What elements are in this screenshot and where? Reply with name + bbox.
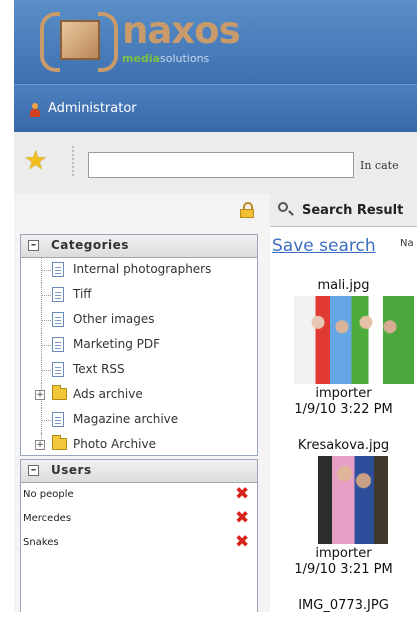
category-label: Internal photographers (73, 262, 212, 276)
search-input[interactable] (88, 152, 354, 178)
app-window: naxos mediasolutions Administrator ★ In … (14, 0, 417, 612)
user-filter-row[interactable]: No people ✖ (21, 483, 257, 507)
collapse-users-icon[interactable]: – (28, 464, 39, 476)
page-icon (52, 262, 64, 277)
result-thumbnail[interactable] (318, 456, 388, 544)
categories-title: Categories (51, 238, 129, 252)
remove-icon[interactable]: ✖ (235, 486, 249, 503)
category-tree: Internal photographers Tiff Other images… (21, 258, 257, 458)
category-item[interactable]: + Ads archive (21, 383, 257, 408)
remove-icon[interactable]: ✖ (235, 510, 249, 527)
category-item[interactable]: Other images (21, 308, 257, 333)
users-panel: – Users No people ✖ Mercedes ✖ Snakes ✖ (20, 459, 258, 612)
category-label: Tiff (73, 287, 92, 301)
result-user: importer (315, 386, 372, 401)
category-label: Other images (73, 312, 155, 326)
user-filter-label: No people (23, 489, 74, 500)
category-label: Marketing PDF (73, 337, 160, 351)
page-icon (52, 287, 64, 302)
search-toolbar: ★ In cate (14, 132, 417, 195)
category-label: Photo Archive (73, 437, 156, 451)
in-categories-label: In cate (360, 159, 399, 172)
expand-plus-icon[interactable]: + (35, 390, 45, 400)
user-filter-label: Snakes (23, 537, 59, 548)
favorites-star-icon[interactable]: ★ (24, 147, 47, 175)
user-icon (30, 103, 40, 117)
toolbar-divider (72, 146, 76, 176)
naxos-logo-icon (40, 8, 118, 72)
header-bar: naxos mediasolutions (14, 0, 417, 84)
category-item[interactable]: Magazine archive (21, 408, 257, 433)
user-filter-row[interactable]: Snakes ✖ (21, 531, 257, 555)
users-header: – Users (21, 460, 257, 483)
result-filename: Kresakova.jpg (297, 438, 390, 453)
result-filename: mali.jpg (317, 278, 370, 293)
lock-icon[interactable] (240, 202, 254, 218)
brand-name: naxos (122, 9, 241, 52)
result-date: 1/9/10 3:22 PM (294, 402, 393, 417)
page-icon (52, 412, 64, 427)
category-label: Text RSS (73, 362, 125, 376)
results-header: Search Result (270, 194, 417, 227)
categories-header: – Categories (21, 235, 257, 258)
user-name[interactable]: Administrator (48, 101, 137, 117)
brand-subtitle: mediasolutions (122, 52, 210, 65)
category-label: Magazine archive (73, 412, 179, 426)
result-filename: IMG_0773.JPG (298, 598, 389, 612)
categories-panel: – Categories Internal photographers Tiff (20, 234, 258, 456)
category-item[interactable]: Marketing PDF (21, 333, 257, 358)
results-title: Search Result (302, 203, 404, 218)
result-item[interactable]: Kresakova.jpg importer 1/9/10 3:21 PM (270, 438, 417, 578)
save-search-link[interactable]: Save search (272, 236, 376, 256)
category-item[interactable]: Internal photographers (21, 258, 257, 283)
name-sort-label[interactable]: Na (400, 238, 414, 249)
result-item[interactable]: IMG_0773.JPG (270, 598, 417, 612)
result-date: 1/9/10 3:21 PM (294, 562, 393, 577)
search-icon (278, 202, 288, 212)
category-label: Ads archive (73, 387, 143, 401)
page-icon (52, 362, 64, 377)
result-user: importer (315, 546, 372, 561)
user-filter-row[interactable]: Mercedes ✖ (21, 507, 257, 531)
folder-icon (52, 435, 67, 450)
category-item[interactable]: + Photo Archive (21, 433, 257, 458)
results-panel: Search Result Save search Na mali.jpg im… (270, 194, 417, 612)
expand-plus-icon[interactable]: + (35, 440, 45, 450)
folder-icon (52, 385, 67, 400)
user-bar: Administrator (14, 84, 417, 133)
remove-icon[interactable]: ✖ (235, 534, 249, 551)
collapse-categories-icon[interactable]: – (28, 239, 39, 251)
page-icon (52, 337, 64, 352)
user-filter-label: Mercedes (23, 513, 72, 524)
users-title: Users (51, 463, 92, 477)
category-item[interactable]: Tiff (21, 283, 257, 308)
result-item[interactable]: mali.jpg importer 1/9/10 3:22 PM (270, 278, 417, 418)
result-thumbnail[interactable] (294, 296, 414, 384)
left-panel: – Categories Internal photographers Tiff (14, 194, 271, 612)
page-icon (52, 312, 64, 327)
category-item[interactable]: Text RSS (21, 358, 257, 383)
